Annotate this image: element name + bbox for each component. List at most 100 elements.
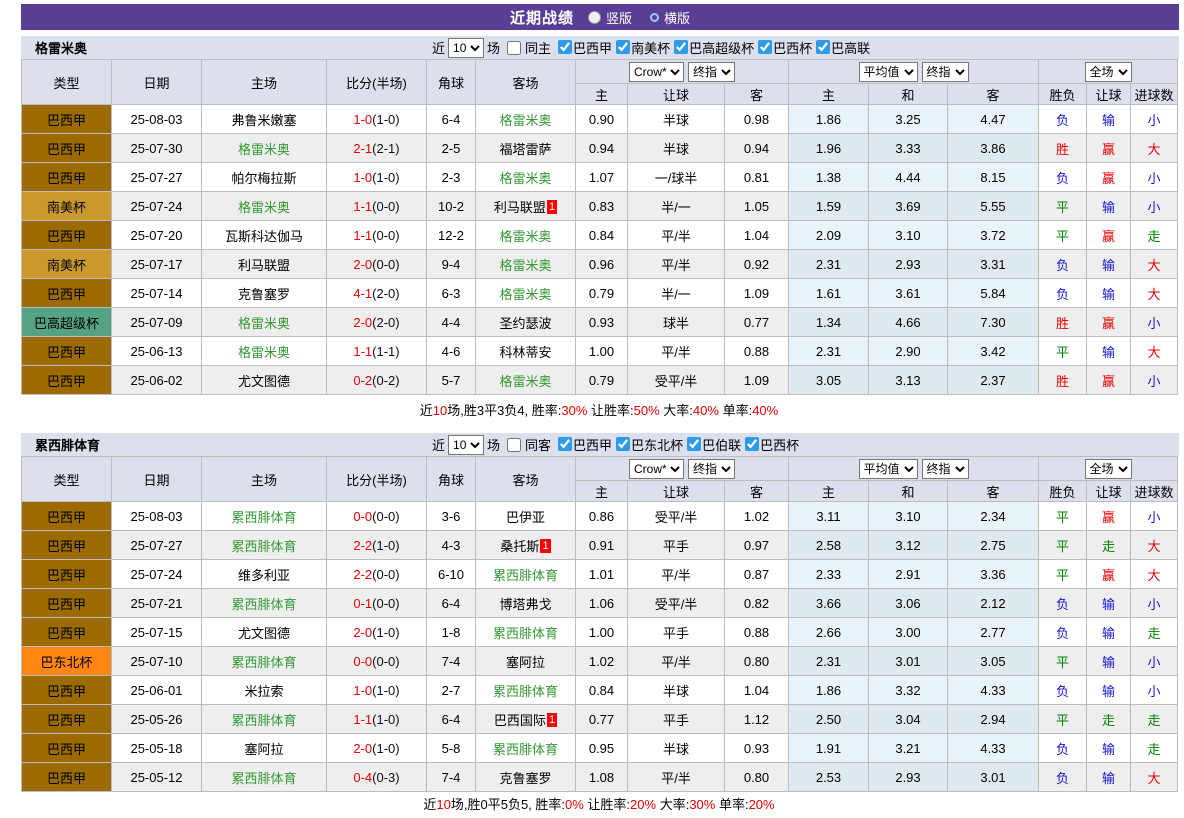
home-team-name[interactable]: 塞阿拉: [244, 742, 283, 757]
league-checkbox[interactable]: [816, 40, 830, 54]
radio-selected-icon[interactable]: [588, 11, 601, 24]
away-team-name[interactable]: 累西腓体育: [493, 568, 558, 583]
home-team-name[interactable]: 格雷米奥: [238, 316, 290, 331]
away-team-name[interactable]: 桑托斯: [500, 539, 539, 554]
home-team-cell: 尤文图德: [202, 618, 327, 647]
handicap-result: 输: [1087, 763, 1131, 792]
home-team-name[interactable]: 累西腓体育: [231, 713, 296, 728]
away-team-name[interactable]: 累西腓体育: [493, 684, 558, 699]
home-team-name[interactable]: 维多利亚: [238, 568, 290, 583]
away-team-name[interactable]: 格雷米奥: [499, 287, 551, 302]
handicap-result: 赢: [1087, 502, 1131, 531]
away-team-name[interactable]: 利马联盟: [494, 200, 546, 215]
away-team-name[interactable]: 博塔弗戈: [499, 597, 551, 612]
league-filter[interactable]: 巴西甲: [554, 435, 612, 454]
away-team-name[interactable]: 累西腓体育: [493, 626, 558, 641]
league-checkbox[interactable]: [558, 437, 572, 451]
index-type-select[interactable]: 终指: [688, 62, 735, 82]
home-team-name[interactable]: 格雷米奥: [238, 345, 290, 360]
league-checkbox[interactable]: [616, 437, 630, 451]
view-mode-horizontal[interactable]: 横版: [650, 8, 690, 27]
avg-home-odds: 2.50: [789, 705, 869, 734]
handicap-line: 球半: [628, 308, 725, 337]
home-team-name[interactable]: 累西腓体育: [231, 597, 296, 612]
handicap-result: 赢: [1087, 221, 1131, 250]
recent-count-select[interactable]: 10: [448, 38, 484, 58]
handicap-result: 输: [1087, 105, 1131, 134]
average-select[interactable]: 平均值: [859, 62, 918, 82]
away-team-name[interactable]: 科林蒂安: [499, 345, 551, 360]
home-team-name[interactable]: 帕尔梅拉斯: [231, 171, 296, 186]
match-date: 25-08-03: [112, 105, 202, 134]
scope-select[interactable]: 全场: [1085, 459, 1132, 479]
league-filter[interactable]: 巴东北杯: [612, 435, 683, 454]
score-cell: 1-1(1-1): [327, 337, 427, 366]
match-date: 25-07-30: [112, 134, 202, 163]
away-team-name[interactable]: 圣约瑟波: [499, 316, 551, 331]
home-team-name[interactable]: 利马联盟: [238, 258, 290, 273]
col-score-header: 比分(半场): [327, 457, 427, 502]
home-team-name[interactable]: 格雷米奥: [238, 142, 290, 157]
league-checkbox[interactable]: [745, 437, 759, 451]
recent-count-select[interactable]: 10: [448, 435, 484, 455]
bookmaker-select[interactable]: Crow*: [629, 62, 684, 82]
score-cell: 1-1(0-0): [327, 221, 427, 250]
home-team-name[interactable]: 尤文图德: [238, 374, 290, 389]
handicap-home-odds: 0.90: [576, 105, 628, 134]
home-team-name[interactable]: 瓦斯科达伽马: [225, 229, 303, 244]
league-filter[interactable]: 巴高联: [812, 38, 870, 57]
league-checkbox[interactable]: [616, 40, 630, 54]
league-filter[interactable]: 南美杯: [612, 38, 670, 57]
index-type-select[interactable]: 终指: [688, 459, 735, 479]
avg-draw-odds: 3.69: [869, 192, 948, 221]
index-type-select-2[interactable]: 终指: [922, 62, 969, 82]
home-team-name[interactable]: 格雷米奥: [238, 200, 290, 215]
league-label: 巴西甲: [573, 38, 612, 57]
win-lose-result: 平: [1039, 647, 1087, 676]
away-team-name[interactable]: 巴伊亚: [506, 510, 545, 525]
bookmaker-select[interactable]: Crow*: [629, 459, 684, 479]
home-team-name[interactable]: 累西腓体育: [231, 771, 296, 786]
away-team-name[interactable]: 格雷米奥: [499, 113, 551, 128]
away-team-name[interactable]: 格雷米奥: [499, 171, 551, 186]
home-team-name[interactable]: 累西腓体育: [231, 510, 296, 525]
away-team-name[interactable]: 克鲁塞罗: [499, 771, 551, 786]
score-cell: 0-0(0-0): [327, 502, 427, 531]
avg-away-odds: 3.01: [948, 763, 1039, 792]
goals-result: 小: [1131, 163, 1178, 192]
scope-select[interactable]: 全场: [1085, 62, 1132, 82]
win-lose-result: 负: [1039, 763, 1087, 792]
league-checkbox[interactable]: [687, 437, 701, 451]
league-checkbox[interactable]: [674, 40, 688, 54]
same-venue-checkbox[interactable]: [507, 438, 521, 452]
home-team-name[interactable]: 弗鲁米嫩塞: [231, 113, 296, 128]
league-checkbox[interactable]: [758, 40, 772, 54]
away-team-cell: 圣约瑟波: [476, 308, 576, 337]
home-team-name[interactable]: 累西腓体育: [231, 655, 296, 670]
home-team-name[interactable]: 米拉索: [244, 684, 283, 699]
index-type-select-2[interactable]: 终指: [922, 459, 969, 479]
view-mode-vertical[interactable]: 竖版: [588, 8, 632, 27]
league-filter[interactable]: 巴高超级杯: [670, 38, 754, 57]
away-team-name[interactable]: 塞阿拉: [506, 655, 545, 670]
away-team-name[interactable]: 格雷米奥: [499, 374, 551, 389]
league-filter[interactable]: 巴西杯: [741, 435, 799, 454]
home-team-name[interactable]: 累西腓体育: [231, 539, 296, 554]
away-team-name[interactable]: 格雷米奥: [499, 229, 551, 244]
same-venue-checkbox[interactable]: [507, 41, 521, 55]
home-team-name[interactable]: 尤文图德: [238, 626, 290, 641]
away-team-name[interactable]: 累西腓体育: [493, 742, 558, 757]
league-filter[interactable]: 巴西杯: [754, 38, 812, 57]
home-team-name[interactable]: 克鲁塞罗: [238, 287, 290, 302]
away-team-name[interactable]: 格雷米奥: [499, 258, 551, 273]
league-checkbox[interactable]: [558, 40, 572, 54]
league-filter[interactable]: 巴西甲: [554, 38, 612, 57]
radio-unselected-icon[interactable]: [650, 13, 659, 22]
handicap-home-odds: 0.94: [576, 134, 628, 163]
full-time-score: 4-1: [353, 286, 372, 301]
corner-score: 2-5: [427, 134, 476, 163]
average-select[interactable]: 平均值: [859, 459, 918, 479]
away-team-name[interactable]: 福塔雷萨: [499, 142, 551, 157]
league-filter[interactable]: 巴伯联: [683, 435, 741, 454]
away-team-name[interactable]: 巴西国际: [494, 713, 546, 728]
